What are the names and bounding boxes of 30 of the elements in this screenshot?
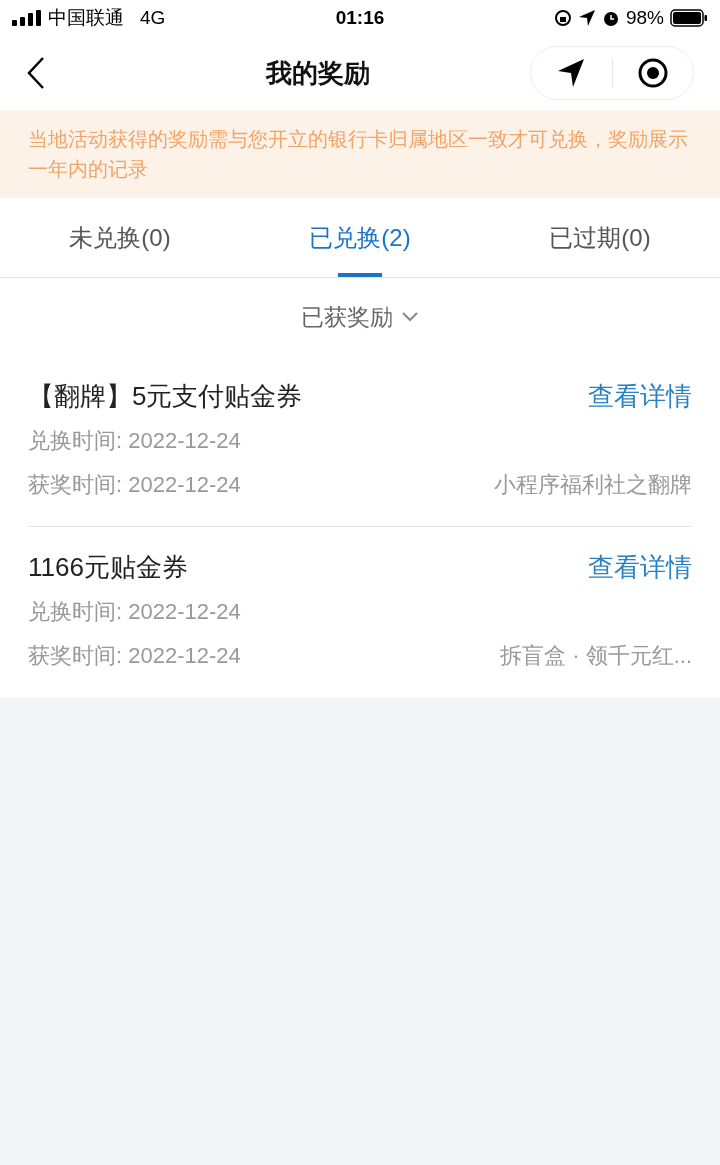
chevron-down-icon[interactable] [401, 311, 419, 323]
alarm-icon [601, 9, 620, 27]
reward-source: 小程序福利社之翻牌 [494, 470, 692, 499]
details-link[interactable]: 查看详情 [588, 547, 692, 587]
network-type: 4G [140, 5, 166, 30]
signal-icon [12, 10, 42, 26]
page-title: 我的奖励 [266, 56, 370, 90]
tab[interactable]: 已过期(0) [480, 198, 720, 277]
reward-source: 拆盲盒 · 领千元红... [500, 641, 692, 670]
rotation-lock-icon [553, 9, 572, 27]
tab[interactable]: 已兑换(2) [240, 198, 480, 277]
back-icon[interactable] [26, 56, 46, 90]
exchange-time: 兑换时间: 2022-12-24 [28, 597, 241, 626]
notice-text: 当地活动获得的奖励需与您开立的银行卡归属地区一致才可兑换，奖励展示一年内的记录 [28, 127, 689, 182]
award-time: 获奖时间: 2022-12-24 [28, 470, 241, 499]
tab-underline [338, 273, 382, 277]
reward-title: 1166元贴金券 [28, 550, 188, 584]
target-icon[interactable] [636, 57, 669, 89]
carrier-name: 中国联通 [48, 5, 124, 30]
reward-title: 【翻牌】5元支付贴金券 [28, 379, 303, 413]
details-link[interactable]: 查看详情 [588, 376, 692, 416]
award-time: 获奖时间: 2022-12-24 [28, 641, 241, 670]
battery-percent: 98% [625, 5, 664, 30]
exchange-time: 兑换时间: 2022-12-24 [28, 426, 241, 455]
tab[interactable]: 未兑换(0) [0, 198, 240, 277]
clock-time: 01:16 [335, 5, 385, 30]
filter-label[interactable]: 已获奖励 [301, 299, 393, 335]
location-arrow-icon [577, 9, 596, 27]
location-arrow-icon[interactable] [557, 58, 586, 88]
battery-icon [670, 9, 708, 27]
